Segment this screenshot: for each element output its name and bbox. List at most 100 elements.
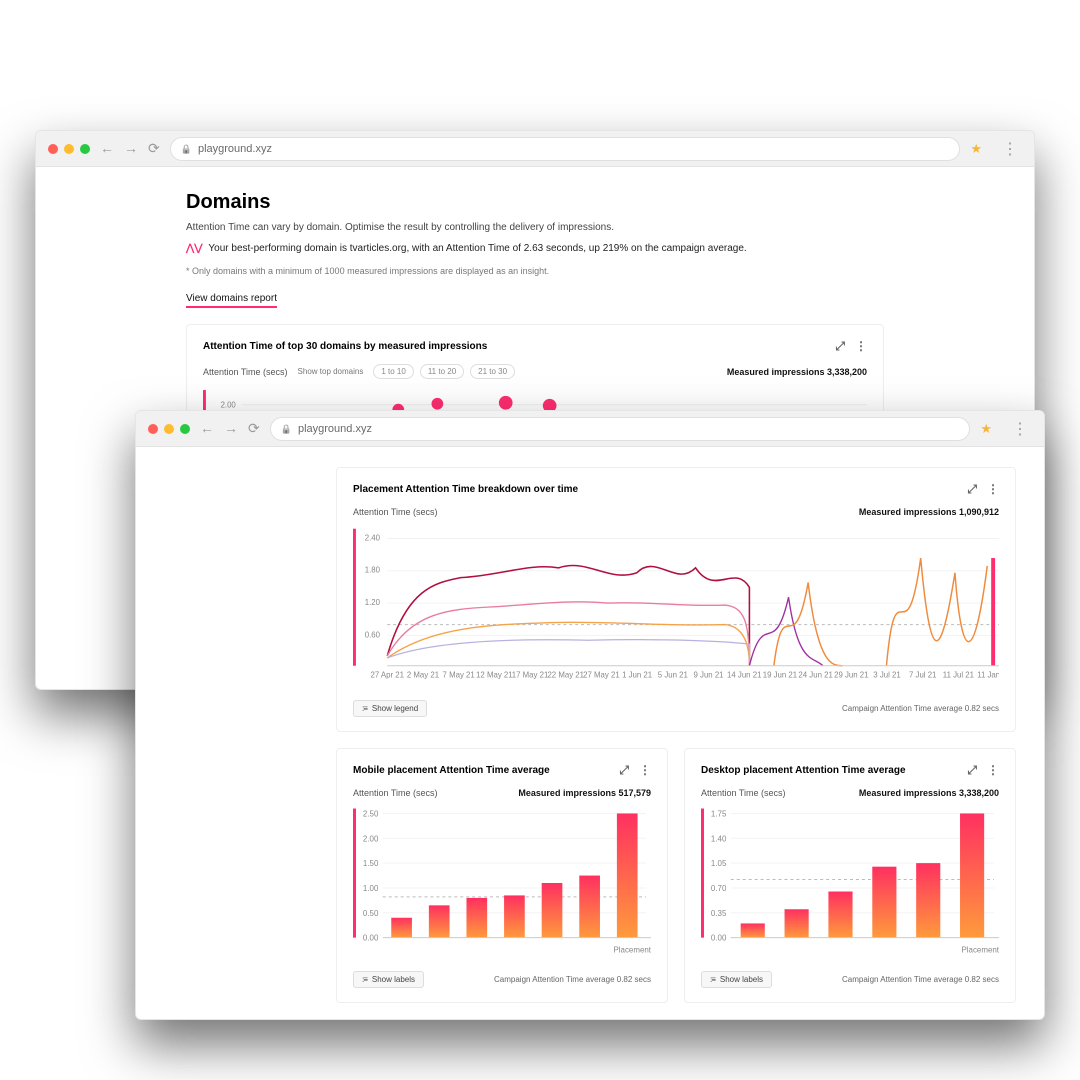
card-menu-icon[interactable]: [639, 763, 651, 778]
address-bar[interactable]: playground.xyz: [170, 137, 961, 161]
card-title: Mobile placement Attention Time average: [353, 765, 550, 776]
svg-text:17 May 21: 17 May 21: [512, 670, 549, 679]
back-icon[interactable]: ←: [100, 140, 114, 157]
svg-text:0.00: 0.00: [711, 934, 727, 943]
pill-1-10[interactable]: 1 to 10: [373, 364, 413, 379]
close-icon[interactable]: [48, 144, 58, 154]
traffic-lights: [148, 424, 190, 434]
svg-text:0.00: 0.00: [363, 934, 379, 943]
svg-text:12 May 21: 12 May 21: [476, 670, 513, 679]
svg-text:2 May 21: 2 May 21: [407, 670, 439, 679]
browser-chrome: ← → ⟳ playground.xyz ★: [136, 411, 1044, 447]
chart-footer: Campaign Attention Time average 0.82 sec…: [842, 975, 999, 984]
expand-icon[interactable]: [967, 482, 977, 497]
svg-text:2.40: 2.40: [365, 533, 381, 542]
reload-icon[interactable]: ⟳: [248, 420, 260, 437]
nav-controls: ← → ⟳: [100, 140, 160, 157]
show-labels-button[interactable]: Show labels: [701, 971, 772, 988]
pill-21-30[interactable]: 21 to 30: [470, 364, 515, 379]
svg-text:1.40: 1.40: [711, 834, 727, 843]
address-bar[interactable]: playground.xyz: [270, 417, 971, 441]
svg-text:0.35: 0.35: [711, 909, 727, 918]
browser-menu-icon[interactable]: [998, 139, 1022, 159]
scrubber-icon[interactable]: [353, 529, 356, 666]
bar: [504, 895, 525, 937]
close-icon[interactable]: [148, 424, 158, 434]
bar: [429, 905, 450, 937]
chart-footer: Campaign Attention Time average 0.82 sec…: [842, 704, 999, 713]
pulse-icon: ⋀⋁: [186, 243, 202, 254]
svg-text:1.50: 1.50: [363, 859, 379, 868]
page-subtitle: Attention Time can vary by domain. Optim…: [186, 222, 884, 233]
bar: [391, 918, 412, 938]
insight-text: Your best-performing domain is tvarticle…: [208, 243, 746, 254]
browser-menu-icon[interactable]: [1008, 419, 1032, 439]
maximize-icon[interactable]: [180, 424, 190, 434]
reload-icon[interactable]: ⟳: [148, 140, 160, 157]
minimize-icon[interactable]: [64, 144, 74, 154]
minimize-icon[interactable]: [164, 424, 174, 434]
expand-icon[interactable]: [619, 763, 629, 778]
measured-impressions: Measured impressions 3,338,200: [727, 367, 867, 377]
svg-text:1 Jun 21: 1 Jun 21: [622, 670, 652, 679]
card-menu-icon[interactable]: [987, 482, 999, 497]
bookmark-star-icon[interactable]: ★: [970, 141, 982, 157]
bookmark-star-icon[interactable]: ★: [980, 421, 992, 437]
scrubber-icon[interactable]: [701, 809, 704, 938]
desktop-bar-card: Desktop placement Attention Time average…: [684, 748, 1016, 1003]
svg-text:2.00: 2.00: [363, 834, 379, 843]
card-menu-icon[interactable]: [987, 763, 999, 778]
bar: [828, 892, 852, 938]
measured-impressions: Measured impressions 1,090,912: [859, 507, 999, 517]
svg-text:1.80: 1.80: [365, 566, 381, 575]
pill-11-20[interactable]: 11 to 20: [420, 364, 464, 379]
svg-text:1.05: 1.05: [711, 859, 727, 868]
chart-footer: Campaign Attention Time average 0.82 sec…: [494, 975, 651, 984]
svg-text:7 May 21: 7 May 21: [443, 670, 475, 679]
bar: [916, 863, 940, 937]
bar: [542, 883, 563, 938]
lock-icon: [181, 143, 192, 155]
footnote: * Only domains with a minimum of 1000 me…: [186, 266, 884, 276]
url-text: playground.xyz: [198, 143, 272, 155]
insight-row: ⋀⋁ Your best-performing domain is tvarti…: [186, 243, 884, 254]
y-axis-label: Attention Time (secs): [701, 788, 786, 798]
expand-icon[interactable]: [835, 339, 845, 354]
show-labels-button[interactable]: Show labels: [353, 971, 424, 988]
view-domains-report-link[interactable]: View domains report: [186, 293, 277, 308]
svg-text:14 Jun 21: 14 Jun 21: [727, 670, 761, 679]
lock-icon: [281, 423, 292, 435]
y-axis-label: Attention Time (secs): [353, 507, 438, 517]
page-title: Domains: [186, 191, 884, 214]
mobile-bar-card: Mobile placement Attention Time average …: [336, 748, 668, 1003]
bar: [785, 909, 809, 937]
timeline-card: Placement Attention Time breakdown over …: [336, 467, 1016, 732]
scrubber-icon[interactable]: [353, 809, 356, 938]
bar: [960, 813, 984, 937]
svg-text:Placement: Placement: [613, 946, 651, 955]
card-title: Desktop placement Attention Time average: [701, 765, 906, 776]
bar: [872, 867, 896, 938]
bar: [617, 813, 638, 937]
svg-text:11 Jan 22: 11 Jan 22: [977, 670, 999, 679]
url-text: playground.xyz: [298, 423, 372, 435]
y-axis-label: Attention Time (secs): [203, 367, 288, 377]
browser-window-front: ← → ⟳ playground.xyz ★ Placement Attenti…: [135, 410, 1045, 1020]
forward-icon[interactable]: →: [224, 420, 238, 437]
svg-text:27 May 21: 27 May 21: [583, 670, 620, 679]
list-icon: [362, 704, 367, 713]
maximize-icon[interactable]: [80, 144, 90, 154]
show-legend-button[interactable]: Show legend: [353, 700, 427, 717]
svg-text:9 Jun 21: 9 Jun 21: [694, 670, 724, 679]
svg-text:7 Jul 21: 7 Jul 21: [909, 670, 936, 679]
svg-text:11 Jul 21: 11 Jul 21: [943, 670, 974, 679]
forward-icon[interactable]: →: [124, 140, 138, 157]
expand-icon[interactable]: [967, 763, 977, 778]
svg-text:1.20: 1.20: [365, 598, 381, 607]
bar: [466, 898, 487, 938]
measured-impressions: Measured impressions 517,579: [518, 788, 651, 798]
bar: [741, 923, 765, 937]
svg-text:1.00: 1.00: [363, 884, 379, 893]
card-menu-icon[interactable]: [855, 339, 867, 354]
back-icon[interactable]: ←: [200, 420, 214, 437]
